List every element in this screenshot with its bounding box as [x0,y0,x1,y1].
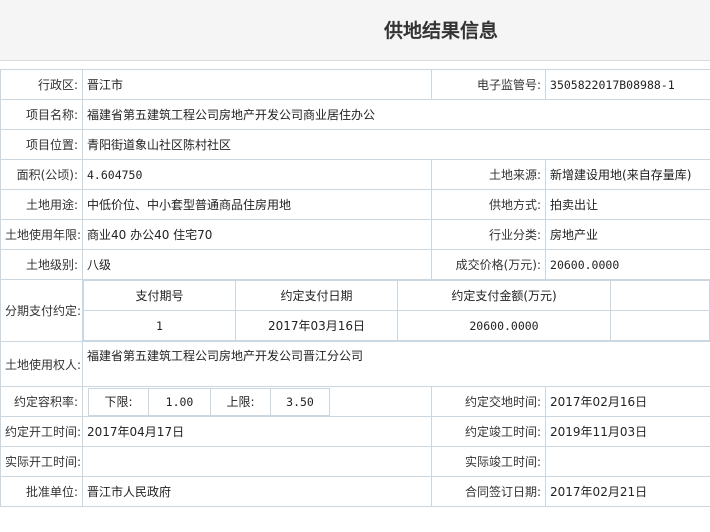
project-name-label: 项目名称: [0,99,83,130]
contract-label: 合同签订日期: [431,476,547,507]
contract-value: 2017年02月21日 [545,476,710,507]
installment-header-extra [609,280,710,311]
supply-label: 供地方式: [431,189,547,220]
industry-value: 房地产业 [545,219,710,250]
use-label: 土地用途: [0,189,83,220]
user-label: 土地使用权人: [0,341,83,387]
complete-label: 约定竣工时间: [431,416,547,447]
row-start: 约定开工时间: 2017年04月17日 约定竣工时间: 2019年11月03日 [0,416,710,447]
row-approver: 批准单位: 晋江市人民政府 合同签订日期: 2017年02月21日 [0,476,710,507]
row-use: 土地用途: 中低价位、中小套型普通商品住房用地 供地方式: 拍卖出让 [0,189,710,220]
level-value: 八级 [81,249,433,280]
row-installment: 分期支付约定: 支付期号 约定支付日期 约定支付金额(万元) 1 2017年03… [0,279,710,342]
installment-table: 支付期号 约定支付日期 约定支付金额(万元) 1 2017年03月16日 206… [83,280,710,341]
actual-complete-value [545,446,710,477]
row-level: 土地级别: 八级 成交价格(万元): 20600.0000 [0,249,710,280]
far-label: 约定容积率: [0,386,83,417]
row-far: 约定容积率: 下限: 1.00 上限: 3.50 约定交地时间: 2017年02… [0,386,710,417]
far-high-value: 3.50 [270,387,330,416]
area-label: 面积(公顷): [0,159,83,190]
installment-date: 2017年03月16日 [235,310,398,341]
installment-row: 1 2017年03月16日 20600.0000 [83,310,710,341]
installment-header-amount: 约定支付金额(万元) [397,280,611,311]
level-label: 土地级别: [0,249,83,280]
location-label: 项目位置: [0,129,83,160]
industry-label: 行业分类: [431,219,547,250]
row-district: 行政区: 晋江市 电子监管号: 3505822017B08988-1 [0,69,710,100]
price-label: 成交价格(万元): [431,249,547,280]
row-actual: 实际开工时间: 实际竣工时间: [0,446,710,477]
supervision-value: 3505822017B08988-1 [545,69,710,100]
installment-amount: 20600.0000 [397,310,611,341]
page-header: 供地结果信息 [0,0,710,61]
project-name-value: 福建省第五建筑工程公司房地产开发公司商业居住办公 [81,99,710,130]
installment-header-date: 约定支付日期 [235,280,398,311]
far-container: 下限: 1.00 上限: 3.50 [81,386,433,417]
supply-value: 拍卖出让 [545,189,710,220]
district-label: 行政区: [0,69,83,100]
approver-value: 晋江市人民政府 [81,476,433,507]
far-low-value: 1.00 [148,387,211,416]
source-value: 新增建设用地(来自存量库) [545,159,710,190]
installment-period: 1 [83,310,236,341]
handover-value: 2017年02月16日 [545,386,710,417]
far-high-label: 上限: [210,387,271,416]
installment-container: 支付期号 约定支付日期 约定支付金额(万元) 1 2017年03月16日 206… [81,279,710,342]
far-low-label: 下限: [88,387,149,416]
row-area: 面积(公顷): 4.604750 土地来源: 新增建设用地(来自存量库) [0,159,710,190]
installment-header-period: 支付期号 [83,280,236,311]
use-value: 中低价位、中小套型普通商品住房用地 [81,189,433,220]
installment-label: 分期支付约定: [0,279,83,342]
district-value: 晋江市 [81,69,433,100]
location-value: 青阳街道象山社区陈村社区 [81,129,710,160]
source-label: 土地来源: [431,159,547,190]
area-value: 4.604750 [81,159,433,190]
price-value: 20600.0000 [545,249,710,280]
supervision-label: 电子监管号: [431,69,547,100]
start-label: 约定开工时间: [0,416,83,447]
approver-label: 批准单位: [0,476,83,507]
installment-extra [609,310,710,341]
complete-value: 2019年11月03日 [545,416,710,447]
user-value: 福建省第五建筑工程公司房地产开发公司晋江分公司 [81,341,710,387]
actual-complete-label: 实际竣工时间: [431,446,547,477]
actual-start-value [81,446,433,477]
row-location: 项目位置: 青阳街道象山社区陈村社区 [0,129,710,160]
installment-header-row: 支付期号 约定支付日期 约定支付金额(万元) [83,280,710,311]
actual-start-label: 实际开工时间: [0,446,83,477]
term-value: 商业40 办公40 住宅70 [81,219,433,250]
term-label: 土地使用年限: [0,219,83,250]
row-project-name: 项目名称: 福建省第五建筑工程公司房地产开发公司商业居住办公 [0,99,710,130]
start-value: 2017年04月17日 [81,416,433,447]
land-supply-result-table: 行政区: 晋江市 电子监管号: 3505822017B08988-1 项目名称:… [0,69,710,507]
far-table: 下限: 1.00 上限: 3.50 [88,387,330,416]
handover-label: 约定交地时间: [431,386,547,417]
row-term: 土地使用年限: 商业40 办公40 住宅70 行业分类: 房地产业 [0,219,710,250]
row-land-user: 土地使用权人: 福建省第五建筑工程公司房地产开发公司晋江分公司 [0,341,710,387]
far-row: 下限: 1.00 上限: 3.50 [88,387,330,416]
page-title: 供地结果信息 [384,20,499,42]
